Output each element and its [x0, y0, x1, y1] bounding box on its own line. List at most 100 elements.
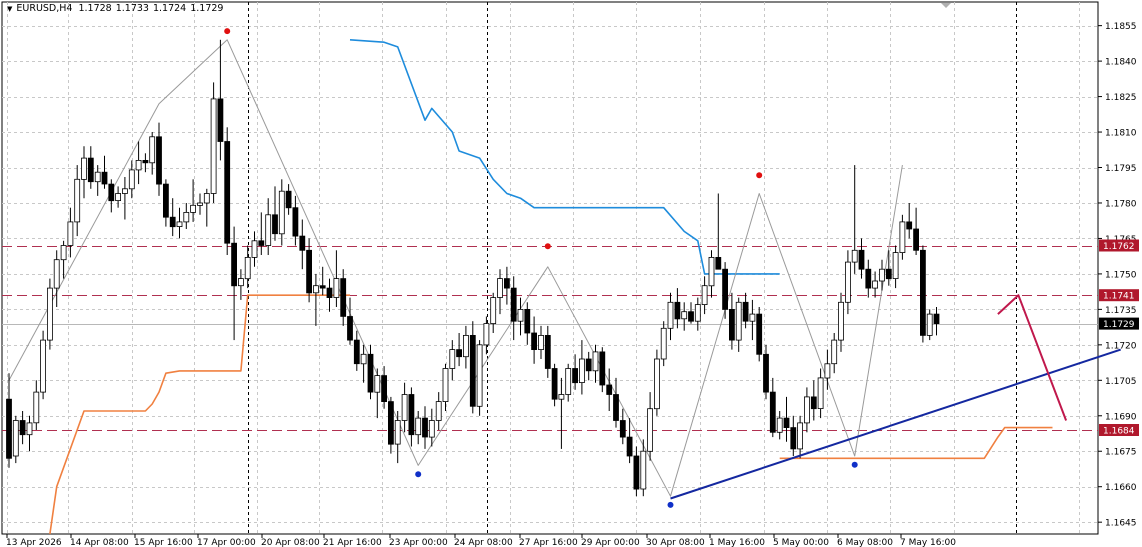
candle-body-bear — [633, 455, 640, 490]
candle-body-bull — [197, 202, 203, 206]
price-tick-label: 1.1735 — [1105, 306, 1137, 316]
price-tick-label: 1.1705 — [1105, 377, 1137, 387]
fractal-bottom-dot — [667, 501, 674, 508]
candle-body-bull — [851, 249, 858, 263]
time-tick-label: 15 Apr 16:00 — [134, 538, 193, 547]
candle-body-bull — [60, 245, 67, 261]
candle-body-bear — [742, 301, 749, 322]
ohlc-close: 1.1729 — [190, 3, 224, 14]
price-tick-label: 1.1855 — [1105, 22, 1137, 32]
candle — [12, 415, 19, 464]
chart-area[interactable]: 1.1855 1.1840 1.1825 1.1810 1.1795 1.1780 1.17… — [0, 0, 1142, 547]
candle-body-bull — [654, 358, 660, 410]
candle-body-bull — [517, 308, 524, 322]
candle-body-bear — [306, 249, 313, 294]
candle — [40, 330, 46, 400]
candle-body-bear — [585, 358, 592, 372]
price-tick-label: 1.1825 — [1105, 93, 1137, 103]
candle-body-bull — [838, 301, 844, 341]
fractal-bottom-dot — [851, 461, 858, 468]
candle — [899, 214, 906, 260]
candle-body-bear — [626, 436, 633, 457]
candle-body-bear — [422, 417, 428, 438]
candle-body-bull — [244, 256, 251, 280]
time-tick-label: 5 May 00:00 — [773, 538, 829, 547]
candle — [224, 127, 231, 255]
candle-body-bear — [347, 316, 353, 341]
candle-body-bear — [456, 349, 463, 358]
candle-body-bear — [606, 384, 613, 395]
candle-body-bear — [108, 183, 115, 202]
candle-body-bear — [224, 141, 231, 244]
plot-frame — [1, 1, 1099, 535]
candle-body-bull — [558, 394, 565, 400]
candle-body-bull — [190, 204, 197, 213]
candle-body-bull — [442, 368, 449, 402]
fractal-bottom-dot — [415, 471, 422, 478]
candle-body-bull — [394, 420, 401, 445]
ohlc-high: 1.1733 — [115, 3, 149, 14]
candle-body-bear — [353, 339, 360, 365]
candle-body-bull — [490, 297, 497, 325]
candle-body-bull — [776, 417, 783, 433]
price-tick-label: 1.1750 — [1105, 270, 1137, 280]
candle-body-bear — [858, 249, 865, 270]
time-tick-label: 6 May 08:00 — [837, 538, 893, 547]
candle-body-bear — [408, 394, 415, 436]
candle-body-bear — [156, 136, 162, 185]
candle-body-bull — [149, 136, 156, 164]
fractal-top-dot — [544, 243, 551, 250]
candle-body-bear — [326, 287, 333, 299]
candle-body-bull — [708, 256, 715, 287]
time-tick-label: 17 Apr 00:00 — [197, 538, 256, 547]
candle-body-bear — [599, 351, 606, 386]
candle-body-bull — [497, 278, 503, 298]
candle-body-bull — [115, 193, 121, 201]
candle-body-bull — [926, 313, 933, 336]
candle-body-bull — [647, 408, 653, 452]
candle-body-bear — [231, 242, 238, 287]
candle-body-bear — [469, 334, 476, 407]
symbol-title: EURUSD,H4 — [16, 3, 73, 14]
candle-body-bear — [906, 221, 913, 230]
candle — [756, 307, 763, 362]
time-tick-label: 24 Apr 08:00 — [454, 538, 513, 547]
candle-body-bull — [374, 375, 381, 393]
candle-body-bear — [531, 332, 537, 351]
time-tick-label: 1 May 16:00 — [709, 538, 765, 547]
candle-body-bear — [387, 401, 394, 445]
candle-body-bull — [845, 261, 851, 303]
candle-body-bull — [817, 377, 824, 409]
time-tick-label: 23 Apr 00:00 — [389, 538, 448, 547]
chart-header: ▼ EURUSD,H4 1.1728 1.1733 1.1724 1.1729 — [7, 3, 223, 14]
triangle-down-icon[interactable]: ▼ — [7, 5, 12, 13]
candle-body-bull — [579, 358, 585, 384]
candle-body-bull — [804, 396, 810, 424]
candle-body-bull — [237, 278, 244, 287]
time-tick-label: 29 Apr 00:00 — [581, 538, 640, 547]
candle-body-bull — [312, 285, 319, 294]
price-chart[interactable]: 1.1855 1.1840 1.1825 1.1810 1.1795 1.1780 1.17… — [0, 0, 1142, 547]
candle-body-bear — [524, 308, 531, 334]
price-tick-label: 1.1810 — [1105, 129, 1137, 139]
candle-body-bull — [538, 334, 544, 350]
candle — [47, 278, 53, 350]
candle-body-bear — [319, 285, 326, 289]
candle-body-bull — [203, 193, 210, 204]
candle-body-bear — [810, 396, 817, 410]
candle-body-bull — [251, 240, 258, 258]
candle-body-bear — [790, 427, 797, 450]
candle-body-bull — [40, 339, 46, 393]
candle-body-bear — [715, 256, 722, 270]
price-tick-label: 1.1795 — [1105, 164, 1137, 174]
candle-body-bear — [19, 420, 26, 436]
price-level-label: 1.1741 — [1103, 292, 1135, 302]
candle-body-bull — [749, 313, 756, 322]
candle-body-bear — [272, 214, 278, 235]
candle-body-bull — [415, 417, 422, 436]
candle-body-bear — [619, 420, 626, 438]
candle-body-bear — [613, 394, 619, 421]
candle-body-bear — [503, 278, 510, 289]
time-tick-label: 14 Apr 08:00 — [70, 538, 129, 547]
candle-body-bull — [899, 221, 906, 253]
